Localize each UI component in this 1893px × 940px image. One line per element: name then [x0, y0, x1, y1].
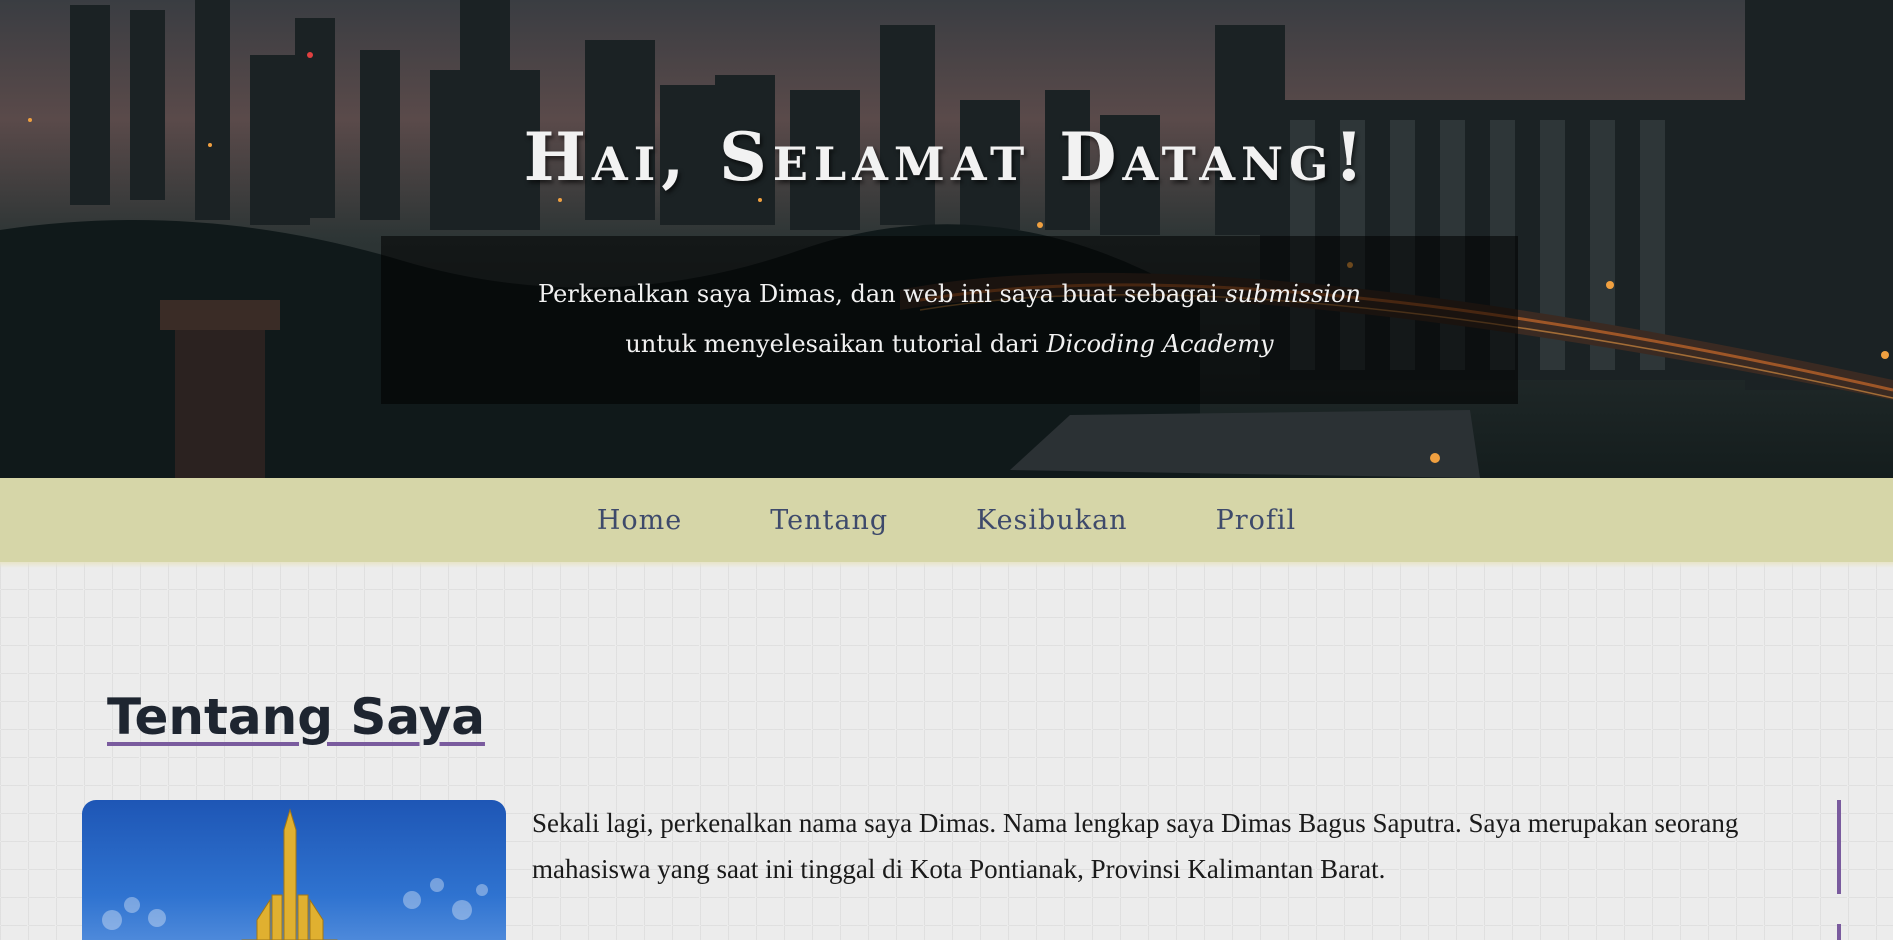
hero-intro-line-2: untuk menyelesaikan tutorial dari Dicodi…	[381, 319, 1518, 369]
profile-photo	[82, 800, 506, 940]
quote-accent-bar	[1837, 924, 1841, 940]
nav-link-tentang[interactable]: Tentang	[726, 505, 932, 536]
hero-banner: Hai, Selamat Datang! Perkenalkan saya Di…	[0, 0, 1893, 478]
about-section-title: Tentang Saya	[107, 688, 485, 746]
nav-link-profil[interactable]: Profil	[1172, 505, 1341, 536]
main-navigation: Home Tentang Kesibukan Profil	[0, 478, 1893, 562]
intro-text: untuk menyelesaikan tutorial dari	[625, 330, 1047, 358]
nav-shadow-divider	[0, 562, 1893, 568]
intro-text: Perkenalkan saya Dimas, dan web ini saya…	[538, 280, 1226, 308]
hero-intro-box: Perkenalkan saya Dimas, dan web ini saya…	[381, 236, 1518, 404]
intro-emphasis: Dicoding Academy	[1046, 330, 1274, 358]
monument-photo-image	[102, 808, 488, 940]
hero-title: Hai, Selamat Datang!	[523, 118, 1370, 196]
quote-accent-bar	[1837, 800, 1841, 894]
hero-intro-line-1: Perkenalkan saya Dimas, dan web ini saya…	[381, 269, 1518, 319]
about-paragraph-1: Sekali lagi, perkenalkan nama saya Dimas…	[532, 808, 1739, 884]
intro-emphasis: submission	[1225, 280, 1361, 308]
nav-link-kesibukan[interactable]: Kesibukan	[932, 505, 1171, 536]
about-text: Sekali lagi, perkenalkan nama saya Dimas…	[532, 800, 1792, 910]
nav-link-home[interactable]: Home	[553, 505, 726, 536]
